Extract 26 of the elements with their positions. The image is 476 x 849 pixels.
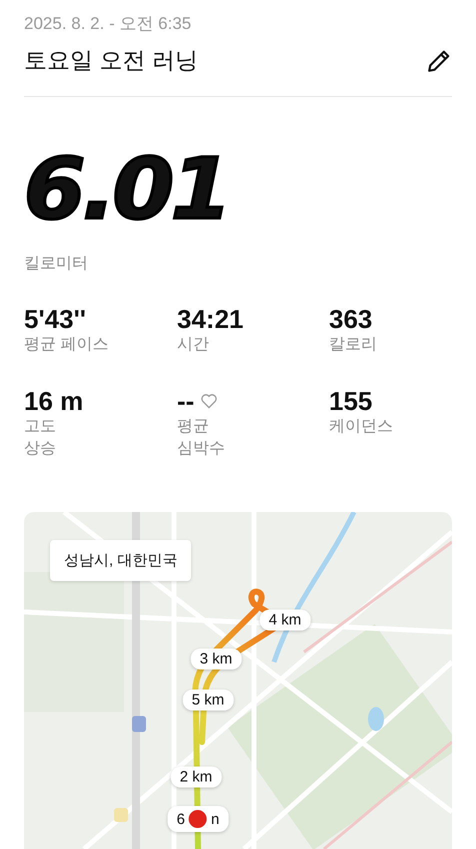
- stat-value: --: [177, 386, 194, 416]
- stat-label: 시간: [177, 335, 210, 355]
- stat-label: 평균 페이스: [24, 335, 110, 355]
- stat-value: 363: [329, 304, 372, 334]
- stat-label: 평균 심박수: [177, 417, 226, 459]
- stat-label: 칼로리: [329, 335, 378, 355]
- stat-label: 고도 상승: [24, 417, 57, 459]
- distance-unit: 킬로미터: [24, 254, 89, 274]
- distance-marker: 3 km: [190, 648, 242, 670]
- distance-marker: 6 n: [168, 806, 228, 832]
- distance-marker: 2 km: [170, 766, 222, 788]
- location-label: 성남시, 대한민국: [50, 540, 192, 581]
- distance-marker: 4 km: [260, 610, 310, 630]
- distance-value: 6.01: [24, 147, 230, 231]
- stat-value: 5'43'': [24, 304, 86, 334]
- stat-value: 16 m: [24, 386, 84, 416]
- activity-title: 토요일 오전 러닝: [24, 46, 198, 75]
- stat-label: 케이던스: [329, 417, 394, 437]
- distance-marker: 5 km: [182, 690, 234, 710]
- stat-value: 155: [329, 386, 372, 416]
- date-time: 2025. 8. 2. - 오전 6:35: [24, 13, 192, 35]
- heart-icon: [200, 393, 218, 409]
- current-position-dot: [187, 808, 209, 830]
- stat-value: 34:21: [177, 304, 244, 334]
- edit-icon[interactable]: [426, 48, 452, 74]
- route-map[interactable]: 성남시, 대한민국 4 km 3 km 5 km 2 km 6 n: [24, 512, 452, 849]
